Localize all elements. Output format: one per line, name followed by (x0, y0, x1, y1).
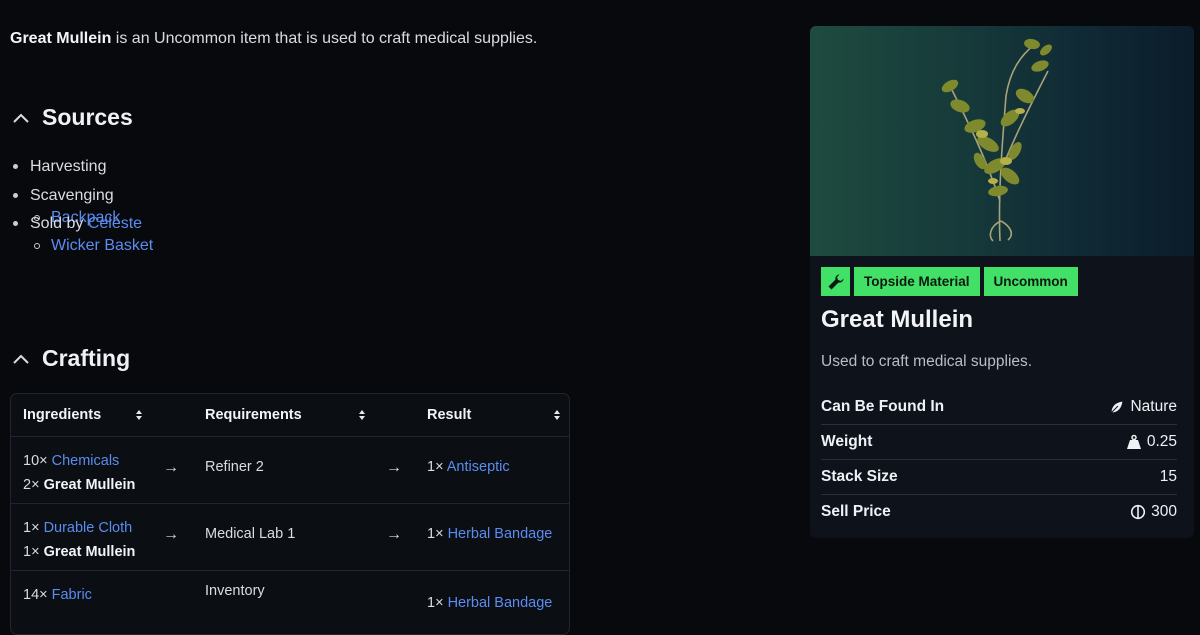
stat-label: Stack Size (821, 468, 898, 485)
stat-row-found-in: Can Be Found In Nature (821, 390, 1177, 425)
ingredient-qty: 14× (23, 587, 52, 603)
herbal-bandage-link[interactable]: Herbal Bandage (448, 526, 553, 542)
crafting-title: Crafting (42, 345, 131, 371)
chemicals-link[interactable]: Chemicals (52, 453, 120, 469)
chevron-up-icon[interactable] (10, 348, 32, 370)
weight-icon (1126, 434, 1141, 449)
source-item: Harvesting (12, 156, 153, 185)
stat-value-text: 0.25 (1146, 433, 1177, 450)
great-mullein-plant-illustration (941, 38, 1052, 242)
stat-row-stack-size: Stack Size 15 (821, 460, 1177, 495)
sold-by-label: Sold by (30, 215, 88, 232)
item-description: Used to craft medical supplies. (821, 353, 1033, 370)
sort-icon[interactable] (135, 409, 143, 421)
sources-title: Sources (42, 104, 133, 130)
ingredients-cell: 14× Fabric (23, 583, 92, 607)
ingredient-qty: 10× (23, 453, 52, 469)
column-result[interactable]: Result (427, 394, 471, 436)
arrow-icon: → (163, 459, 179, 476)
column-requirements[interactable]: Requirements (205, 394, 302, 436)
result-qty: 1× (427, 459, 447, 475)
stat-value: 0.25 (1126, 433, 1177, 451)
stat-row-sell-price: Sell Price 300 (821, 495, 1177, 529)
table-row: 1× Durable Cloth 1× Great Mullein → Medi… (11, 504, 569, 571)
celeste-link[interactable]: Celeste (88, 215, 142, 232)
ingredient-name: Great Mullein (43, 544, 136, 560)
stat-value: 300 (1130, 503, 1177, 521)
source-item-label: Scavenging (30, 186, 114, 204)
chevron-up-icon[interactable] (10, 107, 32, 129)
wrench-icon (821, 267, 850, 296)
arrow-icon: → (163, 526, 179, 543)
coin-icon (1131, 504, 1146, 520)
result-qty: 1× (427, 526, 448, 542)
sort-icon[interactable] (358, 409, 366, 421)
stat-value-text: 300 (1151, 503, 1177, 520)
stat-label: Sell Price (821, 503, 891, 520)
requirement-cell: Medical Lab 1 (205, 526, 296, 542)
stat-value-text: Nature (1130, 398, 1177, 415)
item-image (810, 26, 1194, 256)
result-cell: 1× Antiseptic (427, 459, 510, 475)
durable-cloth-link[interactable]: Durable Cloth (44, 520, 133, 536)
stat-row-weight: Weight 0.25 (821, 425, 1177, 460)
tag-topside-material[interactable]: Topside Material (854, 267, 980, 296)
intro-text: Great Mullein is an Uncommon item that i… (10, 30, 537, 48)
ingredients-cell: 10× Chemicals 2× Great Mullein (23, 449, 135, 497)
source-item: Scavenging Backpack Wicker Basket (12, 185, 153, 254)
stat-value-text: 15 (1159, 468, 1177, 485)
arrow-icon: → (386, 526, 402, 543)
intro-description: is an Uncommon item that is used to craf… (111, 30, 538, 47)
ingredient-qty: 1× (23, 520, 44, 536)
result-qty: 1× (427, 595, 448, 611)
fabric-link[interactable]: Fabric (52, 587, 92, 603)
column-ingredients[interactable]: Ingredients (23, 394, 101, 436)
stat-label: Can Be Found In (821, 398, 945, 415)
ingredient-qty: 1× (23, 544, 44, 560)
item-title: Great Mullein (821, 306, 974, 333)
requirement-cell: Inventory (205, 583, 265, 599)
ingredient-name: Great Mullein (43, 477, 136, 493)
result-cell: 1× Herbal Bandage (427, 526, 552, 542)
crafting-header[interactable]: Crafting (10, 345, 130, 372)
sort-icon[interactable] (553, 409, 561, 421)
source-item: Sold by Celeste (12, 213, 153, 242)
table-header: Ingredients Requirements Result (11, 394, 569, 437)
crafting-table: Ingredients Requirements Result 10× Chem… (10, 393, 570, 635)
stat-value: Nature (1109, 398, 1177, 416)
stat-label: Weight (821, 433, 873, 450)
sources-header[interactable]: Sources (10, 104, 133, 131)
item-stats: Can Be Found In Nature Weight 0.25 Stack… (821, 390, 1177, 529)
antiseptic-link[interactable]: Antiseptic (447, 459, 510, 475)
table-row: 14× Fabric Inventory 1× Herbal Bandage (11, 571, 569, 634)
item-tags: Topside Material Uncommon (821, 267, 1078, 296)
arrow-icon: → (386, 459, 402, 476)
sources-list: Harvesting Scavenging Backpack Wicker Ba… (10, 156, 153, 254)
result-cell: 1× Herbal Bandage (427, 595, 552, 611)
leaf-icon (1110, 400, 1125, 414)
requirement-cell: Refiner 2 (205, 459, 264, 475)
intro-item-name: Great Mullein (10, 30, 112, 47)
stat-value: 15 (1160, 468, 1177, 486)
ingredients-cell: 1× Durable Cloth 1× Great Mullein (23, 516, 135, 564)
item-info-card: Topside Material Uncommon Great Mullein … (810, 26, 1194, 538)
table-row: 10× Chemicals 2× Great Mullein → Refiner… (11, 437, 569, 504)
herbal-bandage-link[interactable]: Herbal Bandage (448, 595, 553, 611)
tag-rarity[interactable]: Uncommon (983, 267, 1078, 296)
ingredient-qty: 2× (23, 477, 44, 493)
